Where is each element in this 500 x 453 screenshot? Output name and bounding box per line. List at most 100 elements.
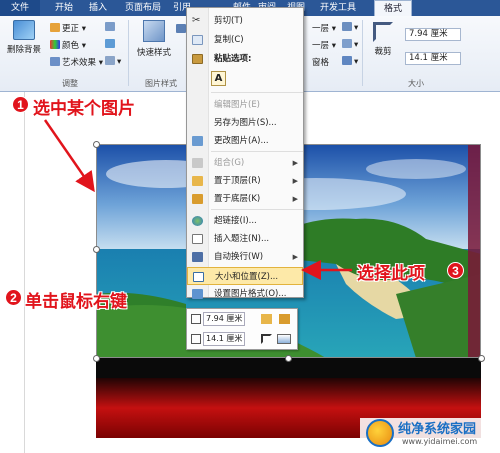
artistic-effects-button[interactable]: 艺术效果 ▾ [50, 56, 103, 68]
mini-height-value: 7.94 厘米 [206, 314, 243, 323]
menu-item-bring-to-front[interactable]: 置于顶层(R) ▶ [187, 172, 303, 190]
corrections-button[interactable]: 更正 ▾ [50, 22, 86, 34]
bring-to-front-icon[interactable] [261, 314, 272, 324]
remove-background-button[interactable]: 删除背景 [4, 20, 44, 62]
watermark-logo-icon [366, 419, 394, 447]
send-to-back-icon[interactable] [279, 314, 290, 324]
artistic-effects-icon [50, 57, 60, 66]
quick-styles-button[interactable]: 快速样式 [134, 20, 174, 58]
resize-handle-bottom-left[interactable] [93, 355, 100, 362]
menu-item-hyperlink[interactable]: 超链接(I)... [187, 212, 303, 230]
selection-pane-label: 窗格 [312, 58, 330, 68]
group-button[interactable]: ▾ [342, 39, 358, 50]
paste-icon [192, 54, 203, 64]
menu-item-insert-caption[interactable]: 插入题注(N)... [187, 230, 303, 248]
rotate-button[interactable]: ▾ [342, 56, 358, 67]
tab-insert[interactable]: 插入 [84, 0, 112, 16]
color-icon [50, 40, 60, 49]
send-backward-button[interactable]: 一层 ▾ [312, 39, 336, 51]
align-button[interactable]: ▾ [342, 22, 358, 33]
mini-height-field[interactable]: 7.94 厘米 [203, 312, 245, 326]
reset-picture-icon [105, 56, 115, 65]
crop-label: 裁剪 [374, 47, 392, 57]
menu-item-group: 组合(G) ▶ [187, 154, 303, 172]
tab-file[interactable]: 文件 [0, 0, 40, 16]
menu-divider [211, 92, 303, 93]
tab-home[interactable]: 开始 [48, 0, 80, 16]
height-stepper[interactable]: 7.94 厘米 [405, 28, 461, 41]
watermark-title: 纯净系统家园 [398, 422, 477, 437]
step-3-instruction: 选择此项 [357, 264, 425, 284]
compress-icon [105, 22, 115, 31]
step-3-badge: 3 [447, 262, 464, 279]
width-value: 14.1 厘米 [409, 53, 448, 63]
corrections-label: 更正 [62, 24, 80, 34]
step-2-instruction: 单击鼠标右键 [25, 292, 127, 312]
menu-item-cut[interactable]: ✂ 剪切(T) [187, 12, 303, 30]
size-group-label: 大小 [408, 79, 424, 88]
menu-item-change-picture[interactable]: 更改图片(A)... [187, 132, 303, 150]
submenu-arrow-icon: ▶ [292, 159, 298, 167]
bring-to-front-icon [192, 176, 203, 186]
resize-handle-top-left[interactable] [93, 141, 100, 148]
mini-width-value: 14.1 厘米 [206, 334, 243, 343]
mini-toolbar: 7.94 厘米 14.1 厘米 [186, 308, 298, 350]
tab-format[interactable]: 格式 [374, 0, 412, 17]
quick-styles-label: 快速样式 [136, 48, 171, 58]
reset-picture-button[interactable]: ▾ [105, 56, 121, 67]
menu-item-send-to-back[interactable]: 置于底层(K) ▶ [187, 190, 303, 208]
picture-border-icon [176, 24, 186, 33]
change-picture-icon [105, 39, 115, 48]
change-picture-icon [192, 136, 203, 146]
height-icon [191, 314, 201, 324]
tab-developer[interactable]: 开发工具 [312, 0, 364, 16]
adjust-group-label: 调整 [62, 79, 78, 88]
remove-background-icon [13, 20, 35, 40]
mini-width-field[interactable]: 14.1 厘米 [203, 332, 245, 346]
change-picture-button[interactable] [105, 39, 117, 50]
size-and-position-icon [193, 272, 204, 282]
resize-handle-bottom-middle[interactable] [285, 355, 292, 362]
menu-item-save-as-picture[interactable]: 另存为图片(S)... [187, 114, 303, 132]
menu-item-copy[interactable]: 复制(C) [187, 31, 303, 49]
picture-styles-group-label: 图片样式 [145, 79, 177, 88]
crop-icon [373, 22, 393, 42]
scissors-icon: ✂ [192, 15, 201, 26]
insert-caption-icon [192, 234, 203, 244]
align-icon [342, 22, 352, 31]
menu-item-size-and-position[interactable]: 大小和位置(Z)... [187, 267, 303, 285]
shape-fill-icon[interactable] [277, 334, 291, 344]
send-to-back-icon [192, 194, 203, 204]
submenu-arrow-icon: ▶ [292, 195, 298, 203]
width-stepper[interactable]: 14.1 厘米 [405, 52, 461, 65]
bring-forward-label: 一层 [312, 24, 330, 34]
remove-background-label: 删除背景 [6, 45, 41, 55]
submenu-arrow-icon: ▶ [292, 253, 298, 261]
group-icon [342, 39, 352, 48]
color-label: 颜色 [62, 41, 80, 51]
resize-handle-bottom-right[interactable] [478, 355, 485, 362]
copy-icon [192, 35, 203, 45]
selection-pane-button[interactable]: 窗格 [312, 56, 329, 68]
height-value: 7.94 厘米 [409, 29, 448, 39]
ribbon-separator [128, 20, 129, 86]
menu-divider [211, 151, 303, 152]
menu-item-wrap-text[interactable]: 自动换行(W) ▶ [187, 248, 303, 266]
format-picture-icon [192, 289, 203, 299]
submenu-arrow-icon: ▶ [292, 177, 298, 185]
keep-text-only-paste-button[interactable]: A [211, 71, 226, 86]
tab-page-layout[interactable]: 页面布局 [118, 0, 168, 16]
hyperlink-globe-icon [192, 216, 203, 226]
step-1-instruction: 选中某个图片 [33, 99, 135, 119]
send-backward-label: 一层 [312, 41, 330, 51]
crop-button[interactable]: 裁剪 [366, 22, 400, 57]
resize-handle-middle-left[interactable] [93, 246, 100, 253]
menu-divider [211, 209, 303, 210]
rotate-icon [342, 56, 352, 65]
compress-button[interactable] [105, 22, 117, 33]
bring-forward-button[interactable]: 一层 ▾ [312, 22, 336, 34]
menu-item-edit-picture: 编辑图片(E) [214, 100, 261, 110]
menu-item-format-picture[interactable]: 设置图片格式(O)... [187, 285, 303, 303]
crop-icon[interactable] [261, 334, 272, 344]
color-button[interactable]: 颜色 ▾ [50, 39, 86, 51]
